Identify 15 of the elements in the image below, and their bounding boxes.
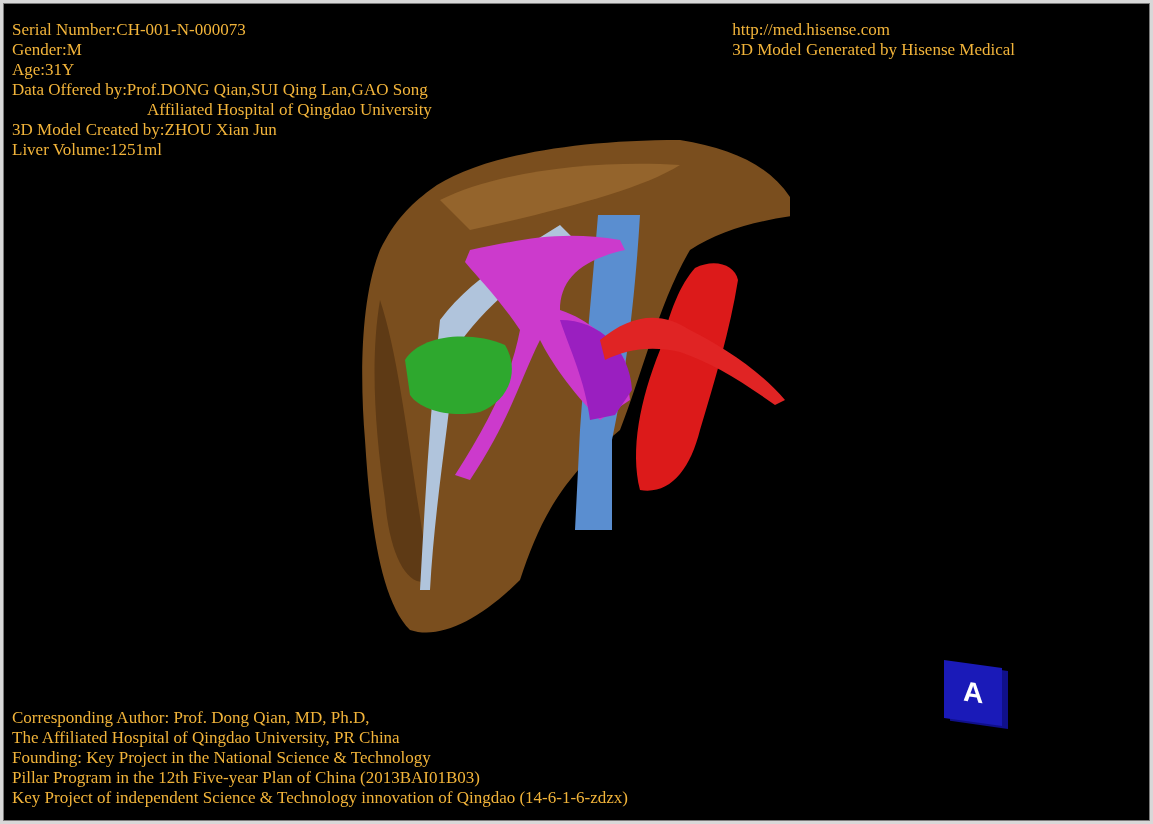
credit-text: Corresponding Author: Prof. Dong Qian, MD, Ph.D, — [12, 708, 370, 728]
credit-text: The Affiliated Hospital of Qingdao University, PR China — [12, 728, 400, 748]
credit-text: Founding: Key Project in the National Science & Technology — [12, 748, 431, 768]
credit-text: Key Project of independent Science & Technology innovation of Qingdao (14-6-1-6-zdzx) — [12, 788, 628, 808]
credit-text: Pillar Program in the 12th Five-year Plan of China (2013BAI01B03) — [12, 768, 480, 788]
info-text: Age:31Y — [12, 60, 75, 80]
info-text: Data Offered by:Prof.DONG Qian,SUI Qing Lan,GAO Song — [12, 80, 428, 100]
info-text: Serial Number:CH-001-N-000073 — [12, 20, 246, 40]
info-text: Gender:M — [12, 40, 82, 60]
info-text: Liver Volume:1251ml — [12, 140, 162, 160]
info-text: 3D Model Generated by Hisense Medical — [732, 40, 1015, 60]
info-text: 3D Model Created by:ZHOU Xian Jun — [12, 120, 277, 140]
website-link[interactable]: http://med.hisense.com — [732, 20, 890, 40]
cube-label: A — [962, 675, 984, 711]
info-text: Affiliated Hospital of Qingdao University — [147, 100, 432, 120]
